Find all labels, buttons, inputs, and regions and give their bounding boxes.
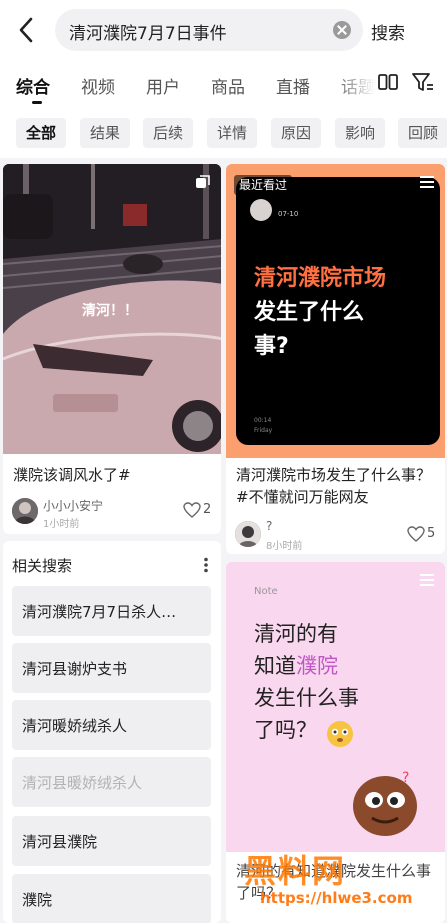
chip-followup[interactable]: 后续 xyxy=(143,118,194,148)
poster-title-line3: 事? xyxy=(254,334,289,359)
filter-icon[interactable] xyxy=(412,73,434,92)
tabs-fade xyxy=(336,62,380,102)
multi-image-icon xyxy=(196,175,210,188)
chip-impact[interactable]: 影响 xyxy=(335,118,386,148)
chip-details[interactable]: 详情 xyxy=(207,118,258,148)
svg-text:?: ? xyxy=(402,770,409,786)
related-search-item[interactable]: 清河暖娇绒杀人 xyxy=(12,700,211,750)
chip-review[interactable]: 回顾 xyxy=(398,118,447,148)
related-search-item[interactable]: 清河县谢炉支书 xyxy=(12,643,211,693)
close-circle-icon[interactable] xyxy=(333,21,351,39)
related-search-item[interactable]: 清河县暖娇绒杀人 xyxy=(12,757,211,807)
note-highlight: 濮院 xyxy=(296,654,338,678)
tab-all[interactable]: 综合 xyxy=(16,73,50,98)
note-card[interactable]: 清河！！ 濮院该调风水了# 小小小安宁 1小时前 2 xyxy=(3,164,221,534)
tab-products[interactable]: 商品 xyxy=(211,73,245,98)
sticker-face-icon: ? xyxy=(353,770,417,836)
filter-chips: 全部 结果 后续 详情 原因 影响 回顾 xyxy=(0,108,447,158)
poster-phone: 07-10 清河濮院市场 发生了什么 事? 00:14 Friday xyxy=(236,177,440,445)
like-count: 5 xyxy=(427,526,436,541)
related-search-item[interactable]: 清河濮院7月7日杀人… xyxy=(12,586,211,636)
chip-all[interactable]: 全部 xyxy=(16,118,67,148)
search-input[interactable]: 清河濮院7月7日事件 xyxy=(55,9,363,51)
related-search-text: 清河县濮院 xyxy=(22,833,98,851)
poster-title-line2: 发生了什么 xyxy=(254,300,365,325)
poster-date: 07-10 xyxy=(278,210,299,218)
note-title: 清河濮院市场发生了什么事？#不懂就问万能网友 xyxy=(236,466,432,506)
related-search-text: 清河县谢炉支书 xyxy=(22,660,128,678)
poster-time: 00:14 xyxy=(254,417,272,424)
note-cover-image: 07-10 清河濮院市场 发生了什么 事? 00:14 Friday xyxy=(226,164,445,458)
heart-icon[interactable] xyxy=(183,502,201,518)
poster-day: Friday xyxy=(254,427,273,434)
note-line2-start: 知道 xyxy=(254,654,296,678)
related-search-item[interactable]: 清河县濮院 xyxy=(12,816,211,866)
avatar[interactable] xyxy=(12,498,38,524)
tab-video[interactable]: 视频 xyxy=(81,73,115,98)
watermark-url: https://hlwe3.com xyxy=(260,889,413,907)
menu-lines-icon xyxy=(420,176,434,188)
avatar[interactable] xyxy=(235,521,261,547)
watermark-text: 黑料网 xyxy=(244,852,347,890)
flushed-face-icon xyxy=(327,721,353,747)
note-line4: 了吗？ xyxy=(254,718,317,742)
note-card[interactable]: 07-10 清河濮院市场 发生了什么 事? 00:14 Friday 清河濮院市… xyxy=(226,164,445,554)
more-vertical-icon[interactable] xyxy=(203,557,209,573)
post-time: 8小时前 xyxy=(266,541,303,552)
menu-lines-icon xyxy=(420,574,434,586)
recently-viewed-badge: 最近看过 xyxy=(234,175,293,195)
heart-icon[interactable] xyxy=(407,526,425,542)
chip-reason[interactable]: 原因 xyxy=(271,118,322,148)
note-title: 濮院该调风水了# xyxy=(13,466,131,484)
note-line2: 知道濮院 xyxy=(254,650,338,682)
tab-users[interactable]: 用户 xyxy=(146,73,180,98)
photo-caption: 清河！！ xyxy=(82,303,138,319)
search-query: 清河濮院7月7日事件 xyxy=(69,24,227,44)
post-time: 1小时前 xyxy=(43,519,80,530)
back-button[interactable] xyxy=(10,12,42,48)
note-line3: 发生什么事 xyxy=(254,686,359,710)
like-count: 2 xyxy=(203,502,212,517)
chevron-left-icon xyxy=(19,17,33,43)
author-name[interactable]: 小小小安宁 xyxy=(43,497,103,514)
related-search-text: 清河暖娇绒杀人 xyxy=(22,717,128,735)
poster-title-line1: 清河濮院市场 xyxy=(254,266,387,291)
chip-result[interactable]: 结果 xyxy=(80,118,131,148)
related-search-text: 清河濮院7月7日杀人… xyxy=(22,603,177,621)
note-cover-image: 清河！！ xyxy=(3,164,221,454)
search-header: 清河濮院7月7日事件 搜索 xyxy=(0,0,447,62)
related-search-item[interactable]: 濮院 xyxy=(12,874,211,923)
related-search-text: 濮院 xyxy=(22,891,53,909)
search-button[interactable]: 搜索 xyxy=(371,19,405,44)
grid-view-icon[interactable] xyxy=(378,74,398,90)
tab-live[interactable]: 直播 xyxy=(276,73,310,98)
note-cover-image: Note 清河的有 知道濮院 发生什么事 了吗？ ? xyxy=(226,562,445,852)
active-tab-indicator xyxy=(32,101,42,104)
related-searches-title: 相关搜索 xyxy=(12,557,73,575)
avatar xyxy=(250,199,272,221)
related-search-text: 清河县暖娇绒杀人 xyxy=(22,774,143,792)
author-name[interactable]: ? xyxy=(266,519,272,533)
note-line1: 清河的有 xyxy=(254,622,338,646)
note-label: Note xyxy=(254,586,278,597)
